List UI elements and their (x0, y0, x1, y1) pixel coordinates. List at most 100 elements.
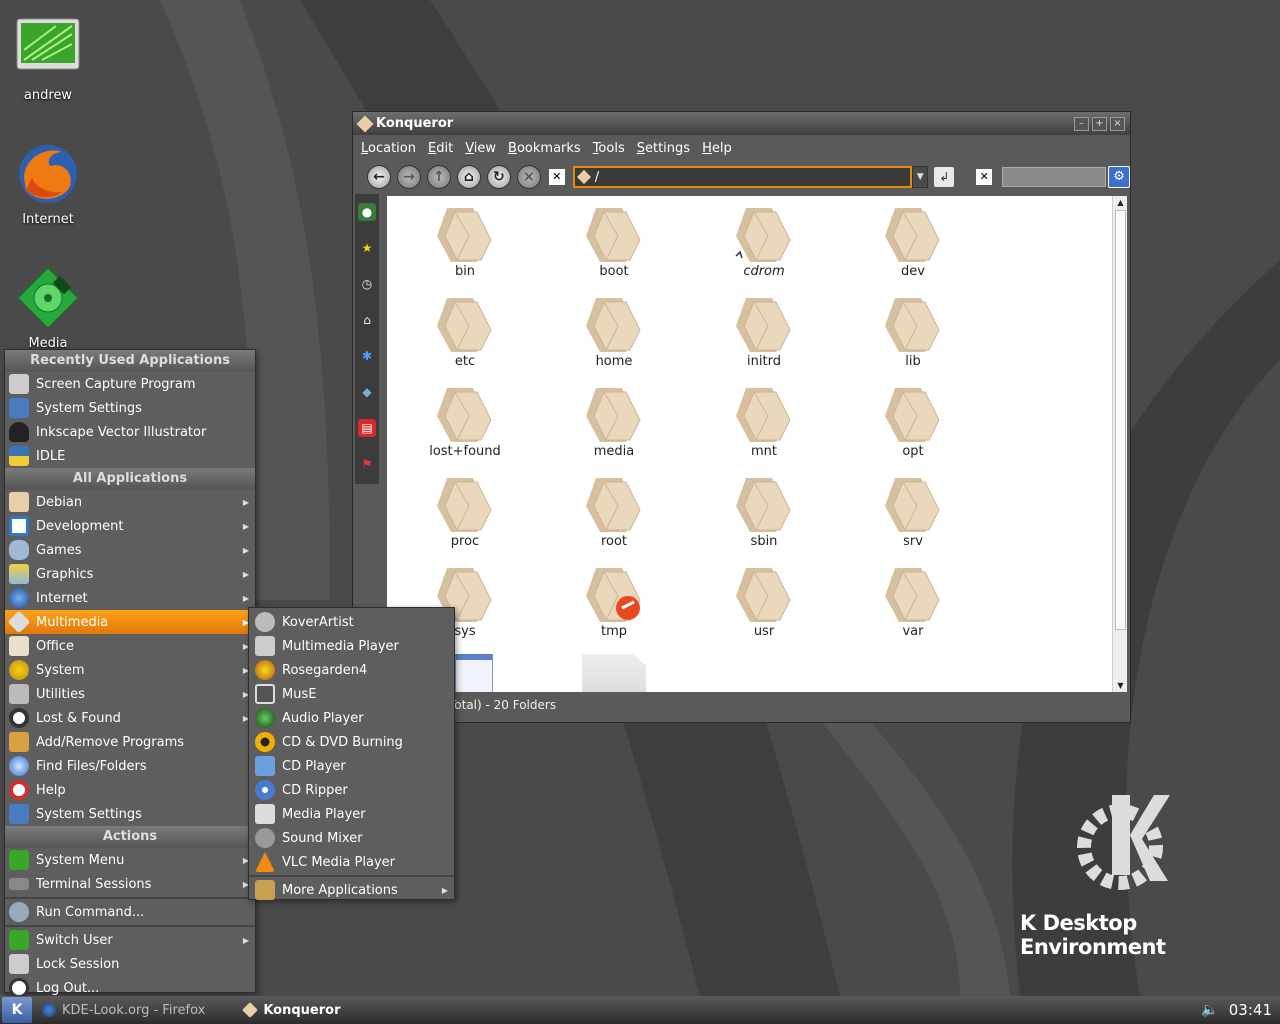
menu-item-system-settings[interactable]: System Settings (5, 802, 255, 826)
back-button[interactable]: ← (367, 165, 391, 189)
menu-help[interactable]: Help (702, 141, 732, 156)
menu-item-add-remove[interactable]: Add/Remove Programs (5, 730, 255, 754)
sidebar-network-icon[interactable]: ● (358, 203, 376, 221)
folder-item[interactable]: root (564, 472, 664, 549)
folder-item[interactable]: usr (714, 562, 814, 639)
menu-item-games[interactable]: Games ▶ (5, 538, 255, 562)
task-konqueror[interactable]: Konqueror (237, 997, 348, 1023)
folder-item[interactable]: lib (863, 292, 963, 369)
vertical-scrollbar[interactable]: ▲ ▼ (1112, 196, 1127, 692)
reload-button[interactable]: ↻ (486, 165, 511, 189)
menu-item-idle[interactable]: IDLE (5, 444, 255, 468)
submenu-item-more-applications[interactable]: More Applications ▶ (249, 878, 454, 902)
scroll-down-arrow[interactable]: ▼ (1113, 679, 1128, 692)
location-dropdown-button[interactable]: ▼ (912, 166, 929, 188)
submenu-item-audio-player[interactable]: Audio Player (249, 706, 454, 730)
home-button[interactable]: ⌂ (456, 165, 481, 189)
menu-item-find-files[interactable]: Find Files/Folders (5, 754, 255, 778)
up-button[interactable]: ↑ (426, 165, 451, 189)
submenu-item-sound-mixer[interactable]: Sound Mixer (249, 826, 454, 850)
folder-item[interactable]: var (863, 562, 963, 639)
menu-item-terminal-sessions[interactable]: Terminal Sessions ▶ (5, 872, 255, 896)
go-button[interactable]: ↲ (934, 167, 955, 187)
clear-search-button[interactable]: ✕ (976, 169, 993, 185)
menu-item-lock-session[interactable]: Lock Session (5, 952, 255, 976)
location-field[interactable]: / (572, 166, 913, 188)
search-input[interactable] (1002, 167, 1107, 187)
folder-item[interactable]: proc (415, 472, 515, 549)
folder-item[interactable]: boot (564, 202, 664, 279)
submenu-item-rosegarden[interactable]: Rosegarden4 (249, 658, 454, 682)
submenu-item-cd-ripper[interactable]: CD Ripper (249, 778, 454, 802)
task-firefox[interactable]: KDE-Look.org - Firefox (36, 997, 213, 1023)
sidebar-history-icon[interactable]: ◷ (358, 275, 376, 293)
menu-location[interactable]: Location (361, 141, 416, 156)
menu-item-debian[interactable]: Debian ▶ (5, 490, 255, 514)
menu-item-office[interactable]: Office ▶ (5, 634, 255, 658)
konqueror-window[interactable]: Konqueror – + × Location Edit View Bookm… (352, 111, 1131, 723)
folder-item[interactable]: initrd (714, 292, 814, 369)
clear-location-button[interactable]: ✕ (548, 169, 565, 185)
file-item-blank[interactable] (582, 654, 646, 692)
k-menu-button[interactable]: K (2, 997, 32, 1023)
menu-item-development[interactable]: Development ▶ (5, 514, 255, 538)
folder-item[interactable]: lost+found (415, 382, 515, 459)
folder-item[interactable]: tmp (564, 562, 664, 639)
forward-button[interactable]: → (396, 165, 421, 189)
menu-item-switch-user[interactable]: Switch User ▶ (5, 928, 255, 952)
menu-item-inkscape[interactable]: Inkscape Vector Illustrator (5, 420, 255, 444)
submenu-item-cd-player[interactable]: CD Player (249, 754, 454, 778)
file-item-image[interactable] (455, 654, 493, 692)
submenu-item-vlc[interactable]: VLC Media Player (249, 850, 454, 874)
submenu-item-muse[interactable]: MusE (249, 682, 454, 706)
menu-item-screen-capture[interactable]: Screen Capture Program (5, 372, 255, 396)
submenu-item-koverartist[interactable]: KoverArtist (249, 610, 454, 634)
sidebar-services-icon[interactable]: ✱ (358, 347, 376, 365)
menu-item-utilities[interactable]: Utilities ▶ (5, 682, 255, 706)
menu-item-system-menu[interactable]: System Menu ▶ (5, 848, 255, 872)
menu-item-graphics[interactable]: Graphics ▶ (5, 562, 255, 586)
menu-item-internet[interactable]: Internet ▶ (5, 586, 255, 610)
folder-item[interactable]: opt (863, 382, 963, 459)
folder-item[interactable]: mnt (714, 382, 814, 459)
search-button[interactable]: ⚙ (1108, 166, 1130, 188)
sidebar-bookmarks-icon[interactable]: ★ (358, 239, 376, 257)
sidebar-pin-icon[interactable]: ⚑ (358, 455, 376, 473)
window-titlebar[interactable]: Konqueror – + × (353, 112, 1130, 135)
menu-item-lost-found[interactable]: Lost & Found ▶ (5, 706, 255, 730)
scroll-up-arrow[interactable]: ▲ (1113, 196, 1128, 209)
folder-item[interactable]: cdrom (714, 202, 814, 279)
folder-item[interactable]: home (564, 292, 664, 369)
menu-edit[interactable]: Edit (428, 141, 453, 156)
scrollbar-thumb[interactable] (1115, 210, 1126, 630)
folder-item[interactable]: dev (863, 202, 963, 279)
menu-view[interactable]: View (465, 141, 496, 156)
menu-item-run-command[interactable]: Run Command... (5, 900, 255, 924)
menu-settings[interactable]: Settings (637, 141, 690, 156)
sidebar-home-icon[interactable]: ⌂ (358, 311, 376, 329)
stop-button[interactable]: × (516, 165, 541, 189)
sidebar-devices-icon[interactable]: ◆ (358, 383, 376, 401)
close-button[interactable]: × (1110, 116, 1125, 131)
folder-item[interactable]: sbin (714, 472, 814, 549)
folder-item[interactable]: srv (863, 472, 963, 549)
folder-item[interactable]: media (564, 382, 664, 459)
volume-icon[interactable]: 🔈 (1201, 1002, 1218, 1018)
desktop-icon-internet[interactable]: Internet (0, 142, 96, 227)
menu-item-system-settings-recent[interactable]: System Settings (5, 396, 255, 420)
menu-tools[interactable]: Tools (593, 141, 625, 156)
submenu-item-cd-dvd-burning[interactable]: CD & DVD Burning (249, 730, 454, 754)
clock[interactable]: 03:41 (1229, 1001, 1272, 1019)
folder-item[interactable]: bin (415, 202, 515, 279)
menu-item-multimedia[interactable]: Multimedia ▶ (5, 610, 255, 634)
desktop-icon-home[interactable]: andrew (0, 18, 96, 103)
minimize-button[interactable]: – (1074, 116, 1089, 131)
maximize-button[interactable]: + (1092, 116, 1107, 131)
menu-bookmarks[interactable]: Bookmarks (508, 141, 581, 156)
desktop-icon-media[interactable]: Media (0, 266, 96, 351)
submenu-item-multimedia-player[interactable]: Multimedia Player (249, 634, 454, 658)
folder-item[interactable]: etc (415, 292, 515, 369)
submenu-item-media-player[interactable]: Media Player (249, 802, 454, 826)
file-view[interactable]: bin boot cdrom dev etc home initrd lib lost+foun… (387, 196, 1112, 692)
menu-item-help[interactable]: Help (5, 778, 255, 802)
